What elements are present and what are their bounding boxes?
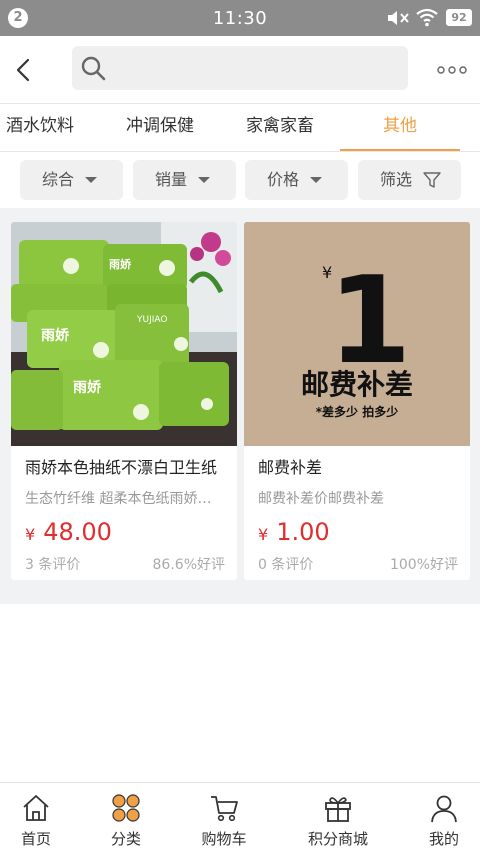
caret-down-icon [85,177,97,183]
product-grid: 雨娇 雨娇 雨娇 YUJIAO 雨娇本色抽纸不漂白卫生纸 生态竹纤维 超柔本色纸… [0,208,480,604]
back-button[interactable] [8,52,40,88]
product-image[interactable]: 雨娇 雨娇 雨娇 YUJIAO [11,222,237,446]
product-description: 生态竹纤维 超柔本色纸雨娇抽纸 [25,491,225,507]
product-price: ¥1.00 [258,518,330,546]
nav-cart[interactable]: 购物车 [188,783,260,853]
filter-label: 销量 [155,170,188,189]
image-subline: *差多少 拍多少 [316,404,398,419]
bottom-nav: 首页 分类 购物车 积分商城 我的 [0,782,480,853]
tab-health[interactable]: 冲调保健 [100,104,220,151]
brand-logo-text: 雨娇 [41,327,70,344]
wifi-icon [416,8,438,27]
caret-down-icon [310,177,322,183]
review-count: 3 条评价 [25,557,81,573]
tab-poultry[interactable]: 家禽家畜 [220,104,340,151]
positive-rate: 86.6%好评 [152,557,225,573]
filter-screen[interactable]: 筛选 [358,160,461,200]
home-icon [23,795,49,821]
product-image[interactable]: ¥ 1 邮费补差 *差多少 拍多少 [244,222,470,446]
category-icon [112,794,140,822]
filter-bar: 综合 销量 价格 筛选 [0,152,480,208]
review-count: 0 条评价 [258,557,314,573]
nav-home[interactable]: 首页 [0,783,72,853]
nav-label: 积分商城 [307,830,368,848]
brand-subtext: YUJIAO [136,315,167,325]
user-icon [431,795,457,823]
nav-me[interactable]: 我的 [408,783,480,853]
product-price: ¥48.00 [25,518,112,546]
mute-icon [388,11,409,25]
product-title[interactable]: 雨娇本色抽纸不漂白卫生纸 [25,454,225,478]
brand-logo-text: 雨娇 [109,257,132,271]
positive-rate: 100%好评 [389,557,458,573]
nav-label: 分类 [110,830,141,848]
tissue-pack-photo: 雨娇 雨娇 雨娇 YUJIAO [11,222,237,446]
nav-label: 我的 [428,830,459,848]
caret-down-icon [198,177,210,183]
product-title[interactable]: 邮费补差 [258,454,458,478]
filter-overall[interactable]: 综合 [20,160,123,200]
cart-icon [211,796,238,822]
filter-label: 综合 [42,170,75,189]
header [0,36,480,104]
category-tabs: 酒水饮料 冲调保健 家禽家畜 其他 [0,104,480,152]
tab-other[interactable]: 其他 [340,104,460,151]
product-card[interactable]: ¥ 1 邮费补差 *差多少 拍多少 邮费补差 邮费补差价邮费补差 ¥1.00 0… [244,222,470,580]
search-box[interactable] [72,46,408,90]
product-description: 邮费补差价邮费补差 [258,491,384,507]
gift-icon [325,797,351,822]
funnel-icon [423,172,441,188]
currency-symbol: ¥ [258,525,269,544]
image-headline: 邮费补差 [301,368,413,401]
currency-symbol: ¥ [25,525,36,544]
postage-image: ¥ 1 邮费补差 *差多少 拍多少 [244,222,470,446]
more-options-icon[interactable] [434,58,470,82]
price-value: 48.00 [43,518,112,546]
product-card[interactable]: 雨娇 雨娇 雨娇 YUJIAO 雨娇本色抽纸不漂白卫生纸 生态竹纤维 超柔本色纸… [11,222,237,580]
search-input[interactable] [116,46,396,90]
battery-indicator: 92 [446,9,472,26]
nav-points-mall[interactable]: 积分商城 [296,783,380,853]
filter-label: 价格 [267,170,300,189]
nav-label: 购物车 [201,830,247,848]
nav-label: 首页 [20,830,51,848]
tab-drinks[interactable]: 酒水饮料 [0,104,100,151]
price-value: 1.00 [276,518,330,546]
brand-logo-text: 雨娇 [73,379,102,396]
nav-category[interactable]: 分类 [90,783,162,853]
filter-sales[interactable]: 销量 [133,160,236,200]
filter-label: 筛选 [380,170,413,189]
search-icon [81,56,106,81]
status-bar: 2 11:30 92 [0,0,480,36]
filter-price[interactable]: 价格 [245,160,348,200]
